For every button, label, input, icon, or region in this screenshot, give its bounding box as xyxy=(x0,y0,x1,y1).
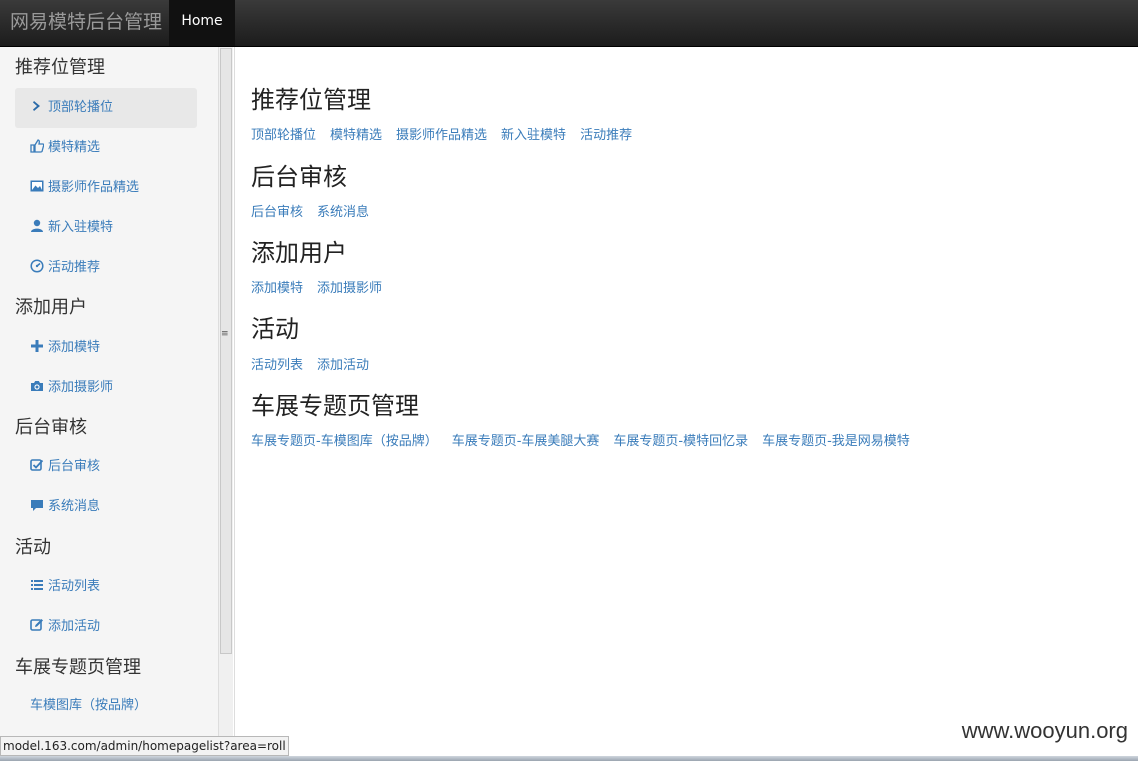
link-add-activity[interactable]: 添加活动 xyxy=(317,358,369,373)
sidebar-item-add-photographer[interactable]: 添加摄影师 xyxy=(15,368,197,408)
sidebar-item-label: 顶部轮播位 xyxy=(48,100,114,115)
link-add-model[interactable]: 添加模特 xyxy=(251,281,303,296)
status-url-bar: model.163.com/admin/homepagelist?area=ro… xyxy=(0,736,289,756)
section-links: 活动列表 添加活动 xyxy=(251,354,383,373)
section-heading: 添加用户 xyxy=(251,239,347,267)
link-new-models[interactable]: 新入驻模特 xyxy=(501,128,566,143)
splitter-grip-icon[interactable]: ≡ xyxy=(221,329,229,339)
section-links: 顶部轮播位 模特精选 摄影师作品精选 新入驻模特 活动推荐 xyxy=(251,124,646,143)
sidebar-item-label: 活动推荐 xyxy=(48,260,101,275)
link-activity-list[interactable]: 活动列表 xyxy=(251,358,303,373)
sidebar-item-label: 后台审核 xyxy=(48,459,101,474)
sidebar-item-review[interactable]: 后台审核 xyxy=(15,447,197,487)
sidebar-item-system-messages[interactable]: 系统消息 xyxy=(15,487,197,527)
link-top-carousel[interactable]: 顶部轮播位 xyxy=(251,128,316,143)
section-heading: 活动 xyxy=(251,315,299,343)
sidebar-item-add-activity[interactable]: 添加活动 xyxy=(15,607,197,647)
nav-home-tab[interactable]: Home xyxy=(169,0,235,46)
sidebar-item-label: 添加摄影师 xyxy=(48,380,114,395)
sidebar-item-label: 摄影师作品精选 xyxy=(48,180,140,195)
section-links: 车展专题页-车模图库（按品牌） 车展专题页-车展美腿大赛 车展专题页-模特回忆录 车展… xyxy=(251,430,924,449)
sidebar-item-label: 新入驻模特 xyxy=(48,220,114,235)
dashboard-icon xyxy=(30,259,44,273)
link-model-picks[interactable]: 模特精选 xyxy=(330,128,382,143)
link-model-memoirs[interactable]: 车展专题页-模特回忆录 xyxy=(613,434,748,449)
sidebar-section-title: 车展专题页管理 xyxy=(15,657,141,678)
link-review[interactable]: 后台审核 xyxy=(251,205,303,220)
brand-title[interactable]: 网易模特后台管理 xyxy=(10,0,162,46)
sidebar-section-title: 添加用户 xyxy=(15,297,87,318)
sidebar-item-label: 系统消息 xyxy=(48,499,101,514)
sidebar-item-photographer-picks[interactable]: 摄影师作品精选 xyxy=(15,168,197,208)
section-heading: 推荐位管理 xyxy=(251,86,371,114)
sidebar-item-model-picks[interactable]: 模特精选 xyxy=(15,128,197,168)
sidebar-item-activity-list[interactable]: 活动列表 xyxy=(15,567,197,607)
user-icon xyxy=(31,219,43,232)
section-heading: 后台审核 xyxy=(251,163,347,191)
sidebar-item-label: 添加活动 xyxy=(48,619,101,634)
main-content: 推荐位管理 顶部轮播位 模特精选 摄影师作品精选 新入驻模特 活动推荐 后台审核 后台审… xyxy=(234,47,1138,737)
link-add-photographer[interactable]: 添加摄影师 xyxy=(317,281,382,296)
link-car-legs-contest[interactable]: 车展专题页-车展美腿大赛 xyxy=(452,434,600,449)
sidebar-item-activity-picks[interactable]: 活动推荐 xyxy=(15,248,197,288)
watermark: www.wooyun.org xyxy=(961,718,1128,743)
sidebar: 推荐位管理 顶部轮播位 模特精选 摄影师作品精选 新入驻模特 活动推荐 添加用户… xyxy=(0,47,219,737)
sidebar-item-new-models[interactable]: 新入驻模特 xyxy=(15,208,197,248)
sidebar-item-top-carousel[interactable]: 顶部轮播位 xyxy=(15,88,197,128)
picture-icon xyxy=(30,180,44,192)
link-activity-picks[interactable]: 活动推荐 xyxy=(580,128,632,143)
sidebar-item-label: 车模图库（按品牌） xyxy=(30,698,148,713)
check-icon xyxy=(30,459,44,471)
thumbs-up-icon xyxy=(30,139,44,153)
sidebar-section-title: 推荐位管理 xyxy=(15,57,105,78)
camera-icon xyxy=(31,381,43,391)
edit-icon xyxy=(30,619,43,631)
chevron-right-icon xyxy=(33,101,40,111)
sidebar-section-title: 活动 xyxy=(15,537,51,558)
sidebar-scrollbar[interactable] xyxy=(220,48,232,654)
top-navbar: 网易模特后台管理 Home xyxy=(0,0,1138,47)
sidebar-item-label: 添加模特 xyxy=(48,340,101,355)
comment-icon xyxy=(31,500,43,511)
list-icon xyxy=(31,580,43,590)
taskbar xyxy=(0,756,1138,761)
link-car-model-gallery[interactable]: 车展专题页-车模图库（按品牌） xyxy=(251,434,438,449)
section-heading: 车展专题页管理 xyxy=(251,392,419,420)
sidebar-item-car-model-gallery[interactable]: 车模图库（按品牌） xyxy=(15,686,197,726)
sidebar-item-add-model[interactable]: 添加模特 xyxy=(15,328,197,368)
section-links: 添加模特 添加摄影师 xyxy=(251,277,396,296)
plus-icon xyxy=(31,340,43,352)
section-links: 后台审核 系统消息 xyxy=(251,201,383,220)
link-photographer-picks[interactable]: 摄影师作品精选 xyxy=(396,128,487,143)
sidebar-section-title: 后台审核 xyxy=(15,417,87,438)
link-system-messages[interactable]: 系统消息 xyxy=(317,205,369,220)
sidebar-item-label: 模特精选 xyxy=(48,140,101,155)
link-i-am-netease-model[interactable]: 车展专题页-我是网易模特 xyxy=(762,434,910,449)
sidebar-item-label: 活动列表 xyxy=(48,579,101,594)
